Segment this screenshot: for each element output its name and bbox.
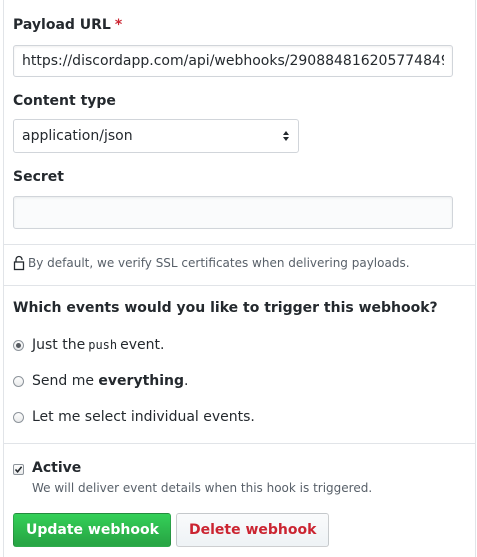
event-option-everything[interactable]: Send me everything.: [13, 373, 188, 389]
active-label: Active: [32, 460, 82, 476]
divider: [4, 443, 475, 444]
event-option-push-suffix: event.: [120, 337, 165, 353]
content-type-label: Content type: [13, 93, 116, 109]
secret-input[interactable]: [13, 196, 453, 229]
checkmark-icon: [14, 466, 23, 474]
radio-push[interactable]: [13, 339, 24, 351]
delete-webhook-button[interactable]: Delete webhook: [176, 513, 329, 547]
select-arrows-icon: [283, 131, 289, 141]
content-type-select[interactable]: application/json: [13, 119, 299, 153]
push-code: push: [88, 338, 118, 352]
event-option-individual[interactable]: Let me select individual events.: [13, 409, 255, 425]
update-webhook-button[interactable]: Update webhook: [13, 513, 171, 547]
divider: [4, 244, 475, 245]
event-option-everything-prefix: Send me: [32, 373, 94, 389]
event-option-push-prefix: Just the: [32, 337, 86, 353]
required-marker: *: [114, 17, 123, 33]
secret-label: Secret: [13, 169, 64, 185]
active-checkbox[interactable]: [13, 464, 24, 475]
radio-everything[interactable]: [13, 375, 24, 387]
ssl-note: By default, we verify SSL certificates w…: [13, 255, 410, 271]
event-option-push[interactable]: Just the push event.: [13, 337, 164, 353]
payload-url-input[interactable]: [13, 45, 453, 77]
divider: [4, 285, 475, 286]
radio-individual[interactable]: [13, 411, 24, 423]
events-question: Which events would you like to trigger t…: [13, 300, 438, 316]
content-type-selected-value: application/json: [22, 128, 133, 144]
ssl-note-text: By default, we verify SSL certificates w…: [28, 256, 410, 270]
event-option-everything-bold: everything: [98, 373, 185, 389]
active-description: We will deliver event details when this …: [32, 481, 373, 495]
event-option-everything-suffix: .: [184, 373, 189, 389]
payload-url-label: Payload URL *: [13, 17, 122, 33]
event-option-individual-label: Let me select individual events.: [32, 409, 255, 425]
lock-icon: [13, 255, 25, 271]
payload-url-label-text: Payload URL: [13, 17, 111, 33]
